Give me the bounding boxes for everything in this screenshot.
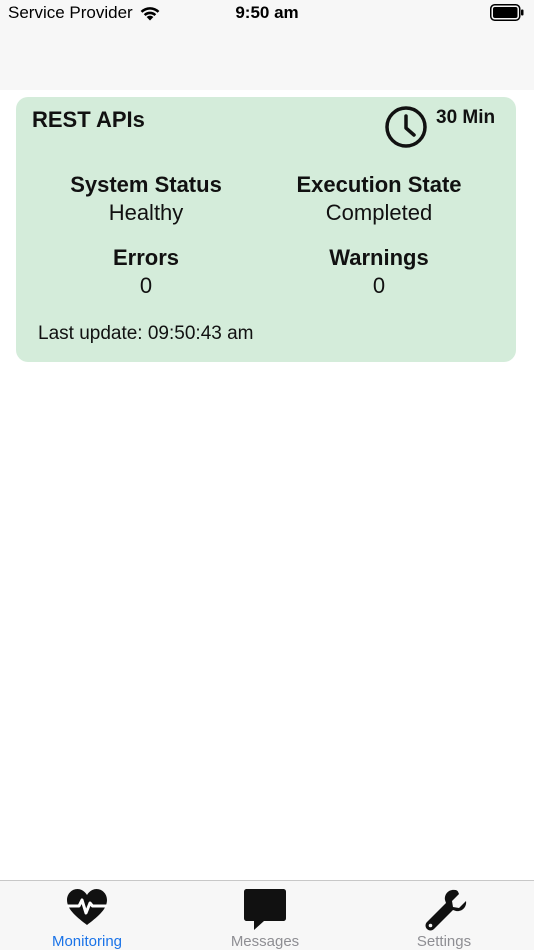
- system-status: System Status Healthy: [46, 171, 246, 227]
- errors-value: 0: [139, 273, 153, 298]
- status-time: 9:50 am: [235, 3, 299, 22]
- warnings: Warnings 0: [279, 244, 479, 300]
- execution-state-value: Completed: [325, 200, 433, 225]
- last-update: Last update: 09:50:43 am: [38, 323, 254, 344]
- tab-settings[interactable]: Settings: [384, 881, 504, 951]
- warnings-label: Warnings: [329, 245, 429, 270]
- monitor-card[interactable]: REST APIs 30 Min System Status Healthy E…: [16, 97, 516, 362]
- tab-monitoring[interactable]: Monitoring: [27, 881, 147, 951]
- system-status-value: Healthy: [108, 200, 184, 225]
- errors-label: Errors: [112, 245, 180, 270]
- chat-bubble-icon: [205, 887, 325, 931]
- tab-bar: Monitoring Messages Settings: [0, 880, 534, 950]
- tab-messages[interactable]: Messages: [205, 881, 325, 951]
- battery-icon: [490, 4, 524, 26]
- status-bar: Service Provider 9:50 am: [0, 0, 534, 28]
- tab-messages-label: Messages: [230, 933, 300, 950]
- card-title: REST APIs: [32, 107, 145, 132]
- errors: Errors 0: [46, 244, 246, 300]
- heart-pulse-icon: [27, 887, 147, 927]
- interval-label: 30 Min: [436, 107, 496, 128]
- clock-icon: [384, 105, 428, 154]
- wrench-icon: [384, 887, 504, 931]
- system-status-label: System Status: [70, 172, 222, 197]
- top-bar: Service Provider 9:50 am: [0, 0, 534, 90]
- warnings-value: 0: [372, 273, 386, 298]
- execution-state-label: Execution State: [296, 172, 462, 197]
- tab-monitoring-label: Monitoring: [51, 933, 123, 950]
- execution-state: Execution State Completed: [279, 171, 479, 227]
- tab-settings-label: Settings: [416, 933, 472, 950]
